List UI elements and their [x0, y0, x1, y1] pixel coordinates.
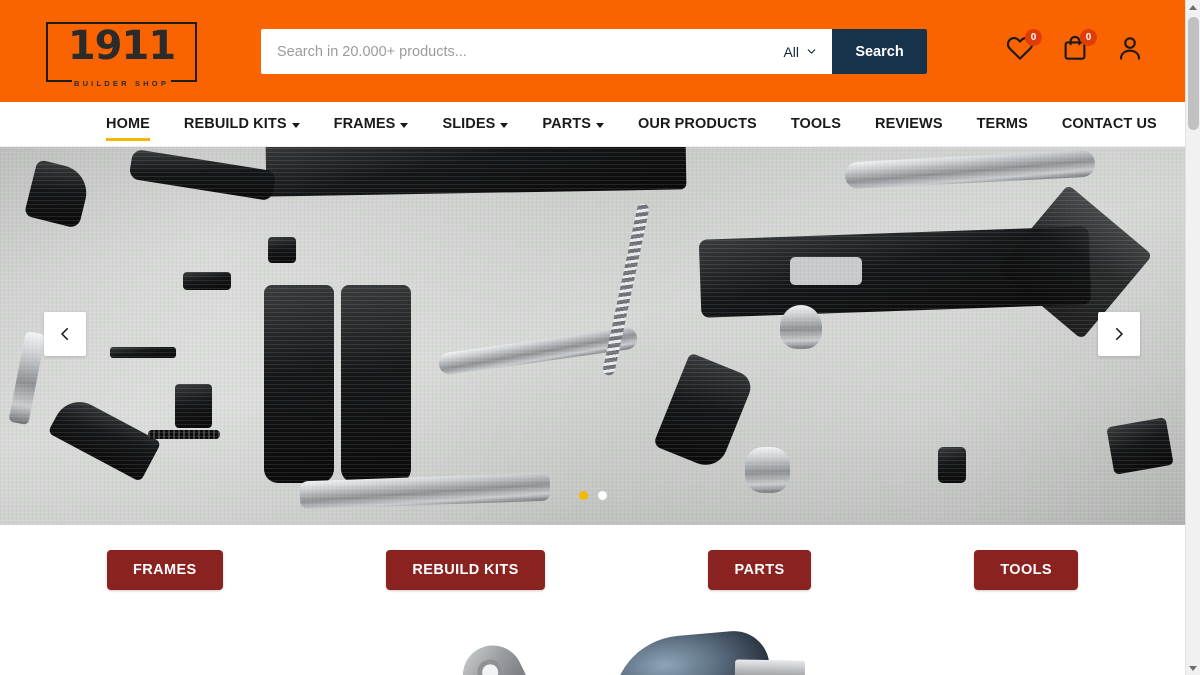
page-root: 1911 BUILDER SHOP All Search 0: [0, 0, 1185, 675]
photo-part-extractor: [938, 447, 966, 483]
nav-item-slides[interactable]: SLIDES: [425, 102, 525, 147]
nav-item-contact-us[interactable]: CONTACT US: [1045, 102, 1174, 147]
product-image-blued-hammer[interactable]: [606, 628, 774, 675]
main-navigation: HOME REBUILD KITS FRAMES SLIDES PARTS OU…: [0, 102, 1185, 147]
photo-part-barrel-bushing: [780, 305, 822, 349]
photo-part-slide-stop: [110, 347, 176, 358]
photo-part-rear-sight: [183, 272, 231, 290]
photo-part-bushing-2: [745, 447, 790, 493]
cart-button[interactable]: 0: [1060, 29, 1097, 63]
chevron-left-icon: [61, 328, 68, 340]
chevron-down-icon: [291, 122, 300, 128]
nav-label: CONTACT US: [1061, 116, 1157, 132]
nav-item-our-products[interactable]: OUR PRODUCTS: [621, 102, 774, 147]
scroll-up-arrow-icon[interactable]: [1186, 0, 1200, 14]
slider-pagination: [0, 491, 1185, 500]
photo-part-slide-top: [265, 147, 687, 197]
photo-part-slide-main: [698, 226, 1092, 318]
wishlist-count-badge: 0: [1025, 29, 1042, 46]
photo-part-recoil-spring: [601, 202, 651, 377]
search-category-label: All: [783, 43, 799, 60]
chevron-down-icon: [400, 122, 409, 128]
photo-part-magazine-black: [652, 352, 756, 472]
nav-item-rebuild-kits[interactable]: REBUILD KITS: [167, 102, 317, 147]
chevron-right-icon: [1116, 328, 1123, 340]
site-logo[interactable]: 1911 BUILDER SHOP: [46, 22, 197, 88]
nav-label: FRAMES: [333, 116, 396, 132]
search-bar: All Search: [261, 29, 927, 74]
wishlist-button[interactable]: 0: [1005, 29, 1042, 63]
nav-label: PARTS: [542, 116, 591, 132]
product-preview-strip: [0, 615, 1185, 675]
nav-item-terms[interactable]: TERMS: [960, 102, 1045, 147]
product-image-slide-stop-link[interactable]: [452, 635, 538, 675]
nav-item-parts[interactable]: PARTS: [525, 102, 621, 147]
chevron-down-icon: [500, 122, 509, 128]
account-button[interactable]: [1115, 33, 1145, 63]
photo-part-ejection-port: [790, 257, 862, 285]
user-account-icon: [1119, 37, 1141, 60]
header-icon-group: 0 0: [1005, 29, 1145, 63]
chevron-down-icon: [807, 49, 816, 54]
nav-label: OUR PRODUCTS: [638, 116, 757, 132]
browser-scrollbar[interactable]: [1185, 0, 1200, 675]
photo-part-small-spring: [148, 430, 220, 439]
nav-label: TERMS: [976, 116, 1028, 132]
photo-part-hammer: [47, 392, 162, 483]
category-button-rebuild-kits[interactable]: REBUILD KITS: [386, 550, 545, 590]
search-button[interactable]: Search: [832, 29, 927, 74]
hero-slider: [0, 147, 1185, 525]
nav-item-frames[interactable]: FRAMES: [317, 102, 426, 147]
nav-label: TOOLS: [790, 116, 842, 132]
photo-part-grip-panel-right: [341, 285, 411, 483]
hero-slide-image: [0, 147, 1185, 525]
scrollbar-thumb[interactable]: [1188, 17, 1199, 130]
slider-prev-button[interactable]: [44, 312, 86, 356]
search-input[interactable]: [261, 29, 780, 74]
nav-label: REVIEWS: [875, 116, 943, 132]
photo-part-barrel-bushing-wrench: [8, 330, 46, 426]
cart-count-badge: 0: [1080, 29, 1097, 46]
slider-next-button[interactable]: [1098, 312, 1140, 356]
nav-item-tools[interactable]: TOOLS: [774, 102, 858, 147]
photo-part-grip-safety: [23, 159, 93, 229]
site-header: 1911 BUILDER SHOP All Search 0: [0, 0, 1185, 102]
photo-part-thumb-safety: [1106, 417, 1174, 475]
photo-part-grip-panel-left: [264, 285, 334, 483]
photo-part-guide-rod: [437, 326, 639, 376]
chevron-down-icon: [596, 122, 604, 128]
nav-label: REBUILD KITS: [183, 116, 287, 132]
logo-subtitle: BUILDER SHOP: [73, 79, 170, 88]
search-category-dropdown[interactable]: All: [779, 29, 832, 74]
category-button-parts[interactable]: PARTS: [708, 550, 811, 590]
photo-part-barrel-upper: [844, 149, 1096, 190]
slider-dot-1[interactable]: [578, 491, 588, 500]
photo-part-trigger-bow: [128, 148, 277, 202]
category-button-row: FRAMES REBUILD KITS PARTS TOOLS: [0, 525, 1185, 615]
nav-item-home[interactable]: HOME: [106, 102, 167, 147]
photo-part-sear: [268, 237, 296, 263]
nav-item-reviews[interactable]: REVIEWS: [858, 102, 960, 147]
photo-part-mainspring-housing: [175, 384, 212, 428]
nav-label: SLIDES: [442, 116, 496, 132]
slider-dot-2[interactable]: [597, 491, 607, 500]
scroll-down-arrow-icon[interactable]: [1186, 661, 1200, 675]
category-button-tools[interactable]: TOOLS: [974, 550, 1078, 590]
logo-number: 1911: [67, 23, 176, 69]
category-button-frames[interactable]: FRAMES: [107, 550, 223, 590]
nav-label: HOME: [106, 116, 150, 132]
